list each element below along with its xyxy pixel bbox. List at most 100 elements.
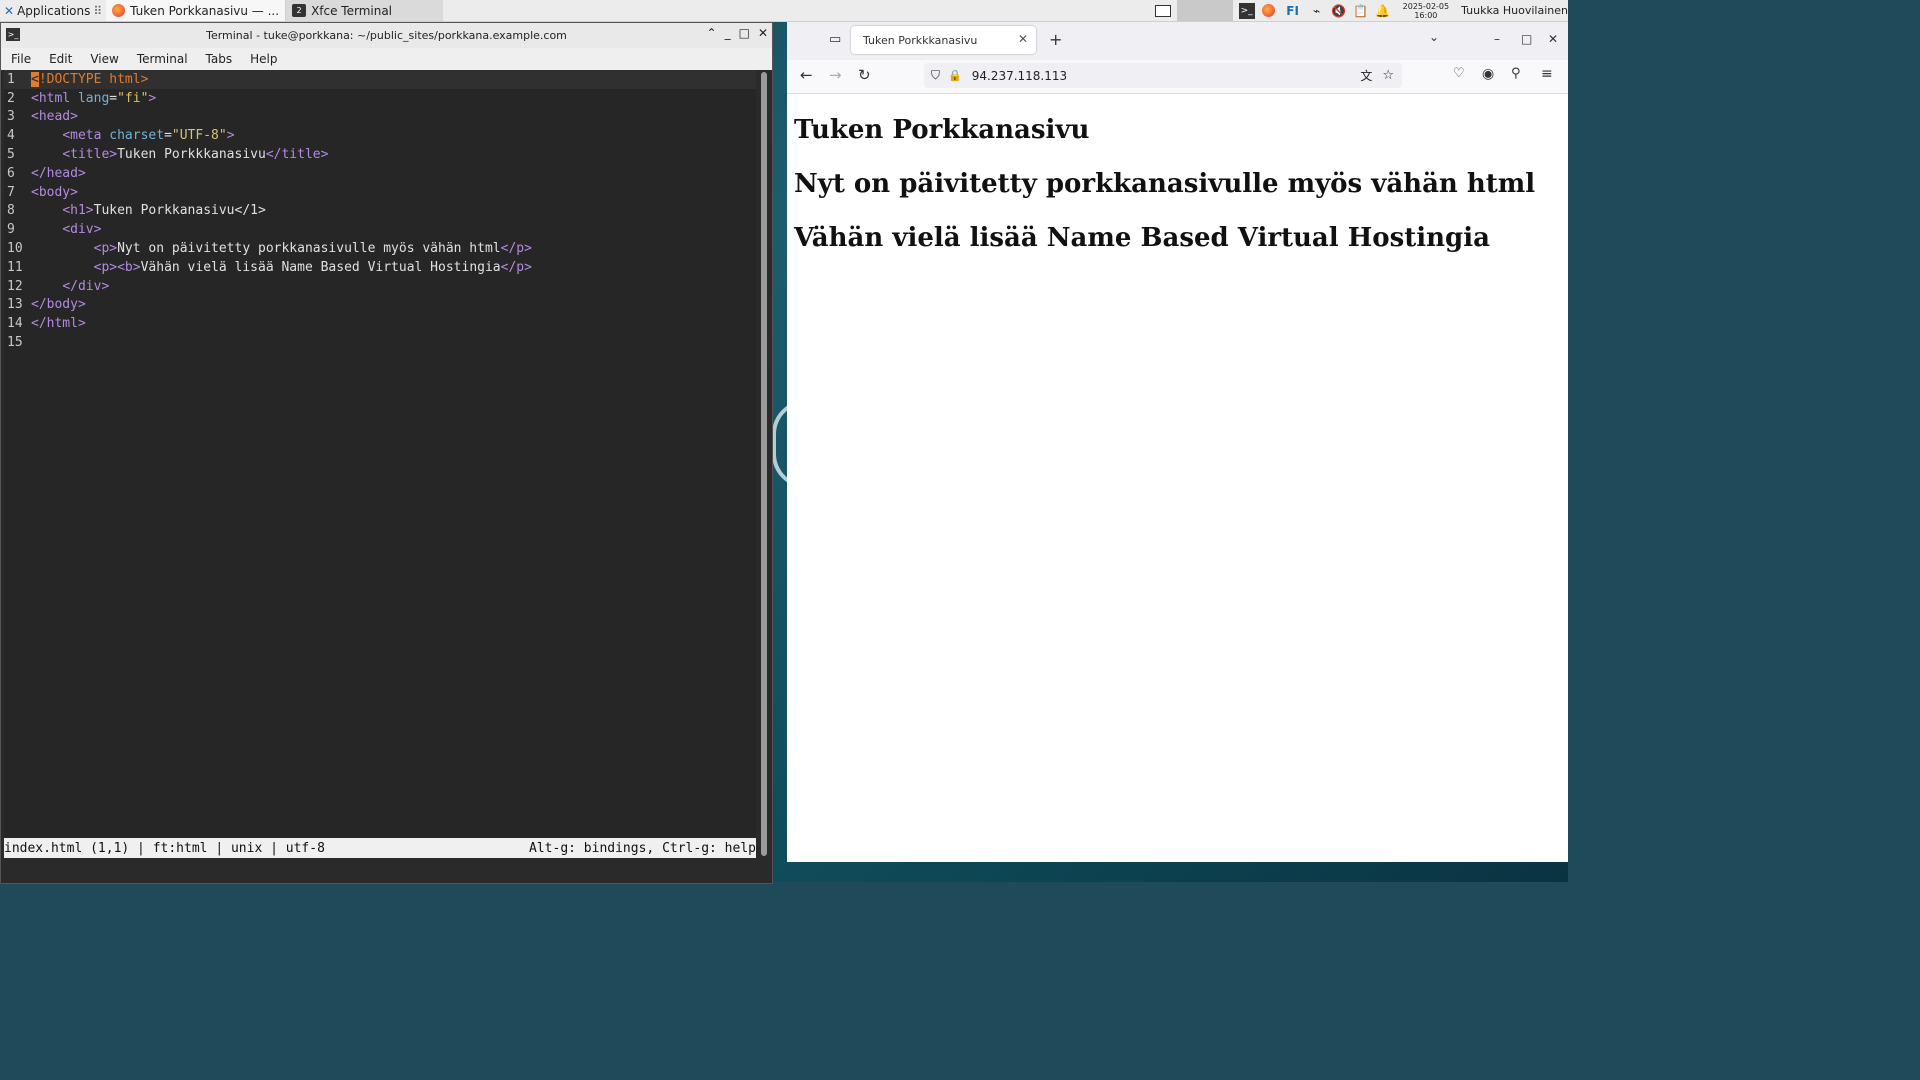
line-number: 12: [7, 278, 23, 294]
reload-icon[interactable]: ↻: [858, 66, 871, 84]
applications-label: Applications: [17, 3, 91, 18]
terminal-icon: 2: [292, 4, 307, 17]
shade-icon[interactable]: ⌃: [707, 26, 717, 40]
web-page-content: Tuken Porkkanasivu Nyt on päivitetty por…: [787, 94, 1568, 259]
code-line: 14 </html>: [4, 314, 756, 333]
bookmark-star-icon[interactable]: ☆: [1382, 68, 1394, 83]
line-number: 6: [7, 165, 15, 181]
code-line: 10 <p>Nyt on päivitetty porkkanasivulle …: [4, 239, 756, 258]
text-cursor: <: [31, 71, 39, 87]
new-tab-icon[interactable]: +: [1049, 30, 1062, 49]
line-number: 3: [7, 109, 15, 125]
keyboard-layout-indicator[interactable]: FI: [1283, 3, 1303, 19]
extensions-icon[interactable]: ⚲: [1511, 66, 1521, 81]
code-text: </head>: [31, 165, 86, 181]
separator-icon: ⠿: [93, 3, 103, 18]
menu-edit[interactable]: Edit: [39, 52, 80, 66]
terminal-titlebar[interactable]: >_ Terminal - tuke@porkkana: ~/public_si…: [1, 23, 772, 48]
applications-menu[interactable]: ✕ Applications ⠿: [0, 0, 106, 21]
menu-file[interactable]: File: [1, 52, 39, 66]
taskbar-terminal-label: Xfce Terminal: [311, 3, 393, 18]
tab-close-icon[interactable]: ✕: [1018, 32, 1028, 46]
code-line: 9 <div>: [4, 220, 756, 239]
browser-window: ▭ Tuken Porkkkanasivu ✕ + ⌄ – □ ✕ ← → ↻ …: [787, 22, 1568, 862]
close-icon[interactable]: ✕: [1548, 32, 1558, 46]
minimize-icon[interactable]: –: [1494, 32, 1500, 46]
browser-navbar: ← → ↻ ⛉ 🔒 94.237.118.113 文 ☆ ♡ ◉ ⚲ ≡: [787, 60, 1568, 94]
code-text: </body>: [31, 297, 86, 313]
workspace-window-icon: [1154, 4, 1171, 17]
hamburger-menu-icon[interactable]: ≡: [1541, 66, 1553, 82]
menu-help[interactable]: Help: [240, 52, 285, 66]
menu-terminal[interactable]: Terminal: [127, 52, 196, 66]
back-icon[interactable]: ←: [800, 66, 813, 84]
scrollbar-thumb[interactable]: [761, 72, 767, 856]
code-text: <h1>Tuken Porkkanasivu</1>: [62, 203, 266, 219]
network-icon[interactable]: ⌁: [1309, 3, 1325, 19]
url-text: 94.237.118.113: [971, 68, 1068, 83]
tab-title: Tuken Porkkkanasivu: [863, 33, 978, 47]
code-text: </div>: [62, 278, 110, 294]
code-line: 8 <h1>Tuken Porkkanasivu</1>: [4, 202, 756, 221]
workspace-1[interactable]: [1149, 0, 1177, 21]
taskbar-browser-label: Tuken Porkkanasivu — ...: [130, 3, 280, 18]
close-icon[interactable]: ✕: [758, 26, 768, 40]
code-line: 1 <!DOCTYPE html>: [4, 70, 756, 89]
clock[interactable]: 2025-02-05 16:00: [1403, 2, 1450, 20]
system-tray: >_ FI ⌁ 🔇 📋 🔔 2025-02-05 16:00 Tuukka Hu…: [1238, 0, 1568, 21]
notification-bell-icon[interactable]: 🔔: [1375, 3, 1391, 19]
firefox-icon: [112, 4, 126, 17]
line-number: 5: [7, 147, 15, 163]
forward-icon[interactable]: →: [829, 66, 842, 84]
page-paragraph-1: Nyt on päivitetty porkkanasivulle myös v…: [794, 169, 1536, 199]
code-line: 4 <meta charset="UTF-8">: [4, 126, 756, 145]
shield-icon[interactable]: ⛉: [931, 68, 940, 83]
terminal-scrollbar[interactable]: [760, 70, 768, 858]
code-line: 5 <title>Tuken Porkkkanasivu</title>: [4, 145, 756, 164]
code-line: 6 </head>: [4, 164, 756, 183]
tab-overview-icon[interactable]: ▭: [829, 32, 841, 47]
terminal-menubar: File Edit View Terminal Tabs Help: [1, 48, 772, 70]
code-line: 7 <body>: [4, 183, 756, 202]
terminal-window-controls: ⌃ _ □ ✕: [707, 26, 768, 40]
menu-tabs[interactable]: Tabs: [196, 52, 241, 66]
code-line: 13 </body>: [4, 296, 756, 315]
code-text: <meta charset="UTF-8">: [62, 128, 235, 144]
taskbar-item-terminal[interactable]: 2 Xfce Terminal: [286, 0, 444, 21]
minimize-icon[interactable]: _: [725, 26, 731, 40]
line-number: 7: [7, 184, 15, 200]
translate-icon[interactable]: 文: [1360, 67, 1372, 84]
line-number: 2: [7, 90, 15, 106]
code-text: <body>: [31, 184, 78, 200]
workspace-3[interactable]: [1204, 0, 1233, 21]
volume-muted-icon[interactable]: 🔇: [1331, 3, 1347, 19]
code-text: <div>: [62, 222, 102, 238]
status-help-hint: Alt-g: bindings, Ctrl-g: help: [529, 840, 756, 856]
maximize-icon[interactable]: □: [739, 26, 750, 40]
code-line: 11 <p><b>Vähän vielä lisää Name Based Vi…: [4, 258, 756, 277]
lock-insecure-icon[interactable]: 🔒: [948, 69, 962, 82]
terminal-title: Terminal - tuke@porkkana: ~/public_sites…: [206, 29, 567, 42]
user-name[interactable]: Tuukka Huovilainen: [1461, 4, 1568, 17]
line-number: 9: [7, 222, 15, 238]
code-text: <head>: [31, 109, 78, 125]
browser-tab[interactable]: Tuken Porkkkanasivu ✕: [851, 26, 1036, 54]
maximize-icon[interactable]: □: [1521, 32, 1532, 46]
top-panel: ✕ Applications ⠿ Tuken Porkkanasivu — ..…: [0, 0, 1568, 22]
taskbar-item-browser[interactable]: Tuken Porkkanasivu — ...: [106, 0, 287, 21]
clipboard-icon[interactable]: 📋: [1353, 3, 1369, 19]
menu-view[interactable]: View: [80, 52, 126, 66]
pocket-icon[interactable]: ♡: [1453, 66, 1465, 81]
code-text: <!DOCTYPE html>: [31, 71, 149, 87]
terminal-tray-icon[interactable]: >_: [1238, 2, 1255, 19]
account-icon[interactable]: ◉: [1482, 66, 1494, 82]
firefox-tray-icon[interactable]: [1261, 3, 1277, 19]
status-file-info: index.html (1,1) | ft:html | unix | utf-…: [4, 840, 325, 856]
workspace-2[interactable]: [1176, 0, 1205, 21]
line-number: 13: [7, 297, 23, 313]
code-line: 15: [4, 333, 756, 352]
tab-list-chevron-icon[interactable]: ⌄: [1429, 30, 1439, 44]
code-line: 3 <head>: [4, 108, 756, 127]
editor-text-area[interactable]: 1 <!DOCTYPE html> 2 <html lang="fi"> 3 <hea…: [4, 70, 756, 838]
url-bar[interactable]: ⛉ 🔒 94.237.118.113 文 ☆: [924, 63, 1402, 88]
